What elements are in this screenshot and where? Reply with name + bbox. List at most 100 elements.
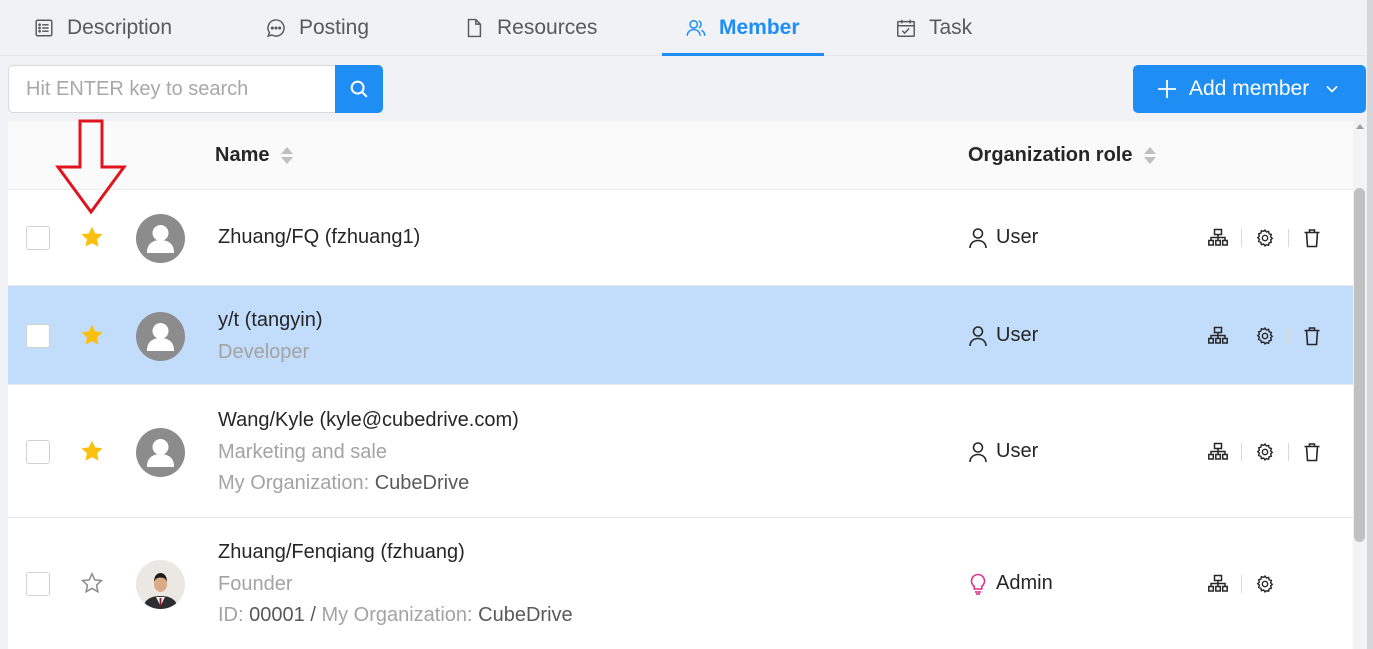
role-cell: User xyxy=(968,440,1038,463)
column-header-name[interactable]: Name xyxy=(215,121,294,190)
org-chart-button[interactable] xyxy=(1208,326,1228,346)
lightbulb-icon xyxy=(970,573,986,595)
org-chart-icon xyxy=(1208,228,1228,246)
divider xyxy=(1288,229,1289,247)
member-title: Marketing and sale xyxy=(218,440,387,463)
table-row[interactable]: Wang/Kyle (kyle@cubedrive.com) Marketing… xyxy=(8,385,1353,518)
member-info: Wang/Kyle (kyle@cubedrive.com) Marketing… xyxy=(218,405,519,500)
search-button[interactable] xyxy=(335,65,383,113)
member-table: Name Organization role Zhuang/FQ (fzhuan… xyxy=(8,121,1353,649)
gear-icon xyxy=(1256,575,1274,593)
settings-button[interactable] xyxy=(1255,442,1275,462)
tab-description[interactable]: Description xyxy=(33,0,172,56)
org-chart-icon xyxy=(1208,442,1228,460)
add-member-label: Add member xyxy=(1189,77,1310,100)
row-checkbox[interactable] xyxy=(26,226,50,250)
id-value: 00001 xyxy=(249,604,305,626)
star-filled-icon[interactable] xyxy=(79,322,105,348)
role-label: User xyxy=(996,440,1039,462)
user-icon xyxy=(969,441,987,462)
member-name[interactable]: y/t (tangyin) xyxy=(218,305,322,337)
role-label: Admin xyxy=(996,572,1053,594)
org-chart-button[interactable] xyxy=(1208,442,1228,462)
member-name[interactable]: Zhuang/Fenqiang (fzhuang) xyxy=(218,537,573,569)
trash-icon xyxy=(1304,229,1320,248)
plus-icon xyxy=(1158,80,1176,98)
column-header-name-label: Name xyxy=(215,144,270,166)
member-info: y/t (tangyin) Developer xyxy=(218,305,322,368)
window-edge xyxy=(1367,0,1373,649)
settings-button[interactable] xyxy=(1255,574,1275,594)
settings-button[interactable] xyxy=(1255,228,1275,248)
avatar xyxy=(136,428,185,477)
organization-value: CubeDrive xyxy=(374,472,470,494)
active-tab-indicator xyxy=(662,53,824,56)
star-filled-icon[interactable] xyxy=(79,438,105,464)
settings-button[interactable] xyxy=(1255,326,1275,346)
divider xyxy=(1241,229,1242,247)
description-icon xyxy=(35,19,53,37)
default-avatar-icon xyxy=(147,323,174,351)
add-member-button[interactable]: Add member xyxy=(1133,65,1366,113)
star-outline-icon[interactable] xyxy=(79,570,105,596)
member-title: Founder xyxy=(218,572,293,595)
tab-task[interactable]: Task xyxy=(895,0,972,56)
file-icon xyxy=(467,18,482,38)
divider xyxy=(1241,443,1242,461)
member-info: Zhuang/Fenqiang (fzhuang) Founder ID: 00… xyxy=(218,537,573,632)
row-checkbox[interactable] xyxy=(26,440,50,464)
org-chart-icon xyxy=(1208,326,1228,344)
row-actions xyxy=(1208,228,1322,248)
delete-button[interactable] xyxy=(1302,326,1322,346)
member-name[interactable]: Zhuang/FQ (fzhuang1) xyxy=(218,222,420,254)
member-organization: My Organization: CubeDrive xyxy=(218,468,519,500)
row-checkbox[interactable] xyxy=(26,572,50,596)
user-icon xyxy=(969,227,987,248)
default-avatar-icon xyxy=(147,439,174,467)
chevron-down-icon xyxy=(1326,85,1338,93)
trash-icon xyxy=(1304,443,1320,462)
org-chart-button[interactable] xyxy=(1208,228,1228,248)
task-icon xyxy=(897,19,915,37)
search-input[interactable] xyxy=(8,65,335,113)
search-bar xyxy=(8,65,383,113)
sort-icon[interactable] xyxy=(281,147,294,164)
column-header-role[interactable]: Organization role xyxy=(968,121,1157,190)
row-checkbox[interactable] xyxy=(26,324,50,348)
trash-icon xyxy=(1304,327,1320,346)
tab-description-label: Description xyxy=(67,16,173,39)
table-row[interactable]: Zhuang/Fenqiang (fzhuang) Founder ID: 00… xyxy=(8,518,1353,649)
gear-icon xyxy=(1256,229,1274,247)
tab-member-label: Member xyxy=(719,16,800,39)
divider xyxy=(1241,575,1242,593)
posting-icon xyxy=(267,19,285,38)
member-title: Developer xyxy=(218,340,310,363)
organization-label: My Organization: xyxy=(218,472,370,494)
delete-button[interactable] xyxy=(1302,442,1322,462)
default-avatar-icon xyxy=(147,225,174,253)
row-actions xyxy=(1208,442,1322,462)
organization-value: CubeDrive xyxy=(478,604,573,626)
tab-resources[interactable]: Resources xyxy=(463,0,597,56)
org-chart-button[interactable] xyxy=(1208,574,1228,594)
row-actions xyxy=(1208,326,1322,346)
divider xyxy=(1241,327,1242,345)
star-filled-icon[interactable] xyxy=(79,224,105,250)
scroll-up-icon[interactable] xyxy=(1356,124,1364,129)
scrollbar-thumb[interactable] xyxy=(1354,188,1365,542)
delete-button[interactable] xyxy=(1302,228,1322,248)
member-name[interactable]: Wang/Kyle (kyle@cubedrive.com) xyxy=(218,405,519,437)
annotation-arrow-icon xyxy=(55,119,127,215)
table-row[interactable]: Zhuang/FQ (fzhuang1) User xyxy=(8,190,1353,286)
gear-icon xyxy=(1256,443,1274,461)
divider xyxy=(1288,443,1289,461)
table-row[interactable]: y/t (tangyin) Developer User xyxy=(8,286,1353,385)
sort-icon[interactable] xyxy=(1144,147,1157,164)
tab-member[interactable]: Member xyxy=(685,0,800,56)
tab-posting[interactable]: Posting xyxy=(265,0,369,56)
role-cell: User xyxy=(968,324,1038,347)
column-header-role-label: Organization role xyxy=(968,144,1133,166)
tab-resources-label: Resources xyxy=(497,16,598,39)
row-actions xyxy=(1208,574,1275,594)
id-label: ID: xyxy=(218,604,244,626)
